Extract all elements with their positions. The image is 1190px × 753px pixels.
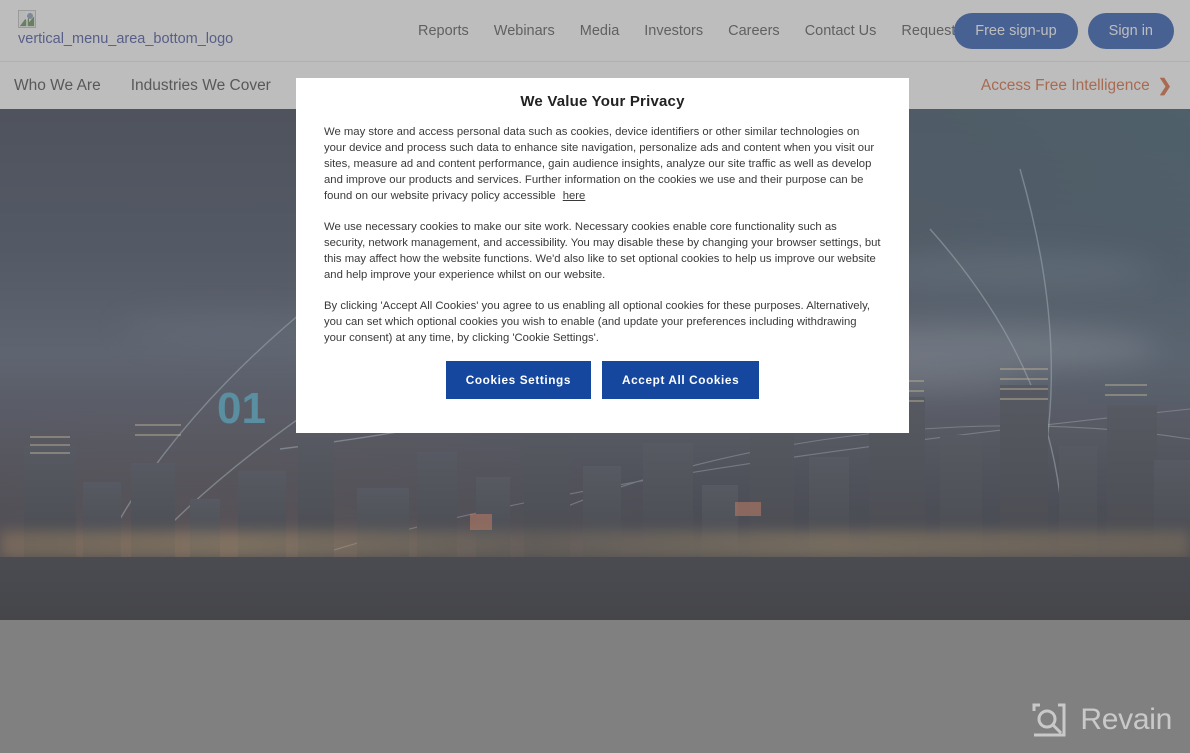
privacy-paragraph-3: By clicking 'Accept All Cookies' you agr…: [324, 300, 871, 344]
accept-all-cookies-button[interactable]: Accept All Cookies: [602, 361, 760, 399]
privacy-policy-link[interactable]: here: [556, 190, 586, 202]
below-fold-area: [0, 620, 1190, 753]
privacy-paragraph-1: We may store and access personal data su…: [324, 124, 881, 204]
cookies-settings-button[interactable]: Cookies Settings: [445, 361, 592, 399]
modal-title: We Value Your Privacy: [520, 93, 685, 110]
privacy-consent-modal: We Value Your Privacy We may store and a…: [296, 78, 909, 433]
revain-watermark-label: Revain: [1080, 703, 1172, 736]
page-root: vertical_menu_area_bottom_logo Reports W…: [0, 0, 1190, 753]
privacy-paragraph-1-text: We may store and access personal data su…: [324, 126, 875, 202]
revain-watermark: Revain: [1030, 701, 1172, 739]
modal-actions: Cookies Settings Accept All Cookies: [324, 361, 881, 399]
revain-logo-icon: [1032, 703, 1066, 737]
privacy-paragraph-2: We use necessary cookies to make our sit…: [324, 221, 881, 281]
modal-body: We may store and access personal data su…: [296, 110, 909, 399]
